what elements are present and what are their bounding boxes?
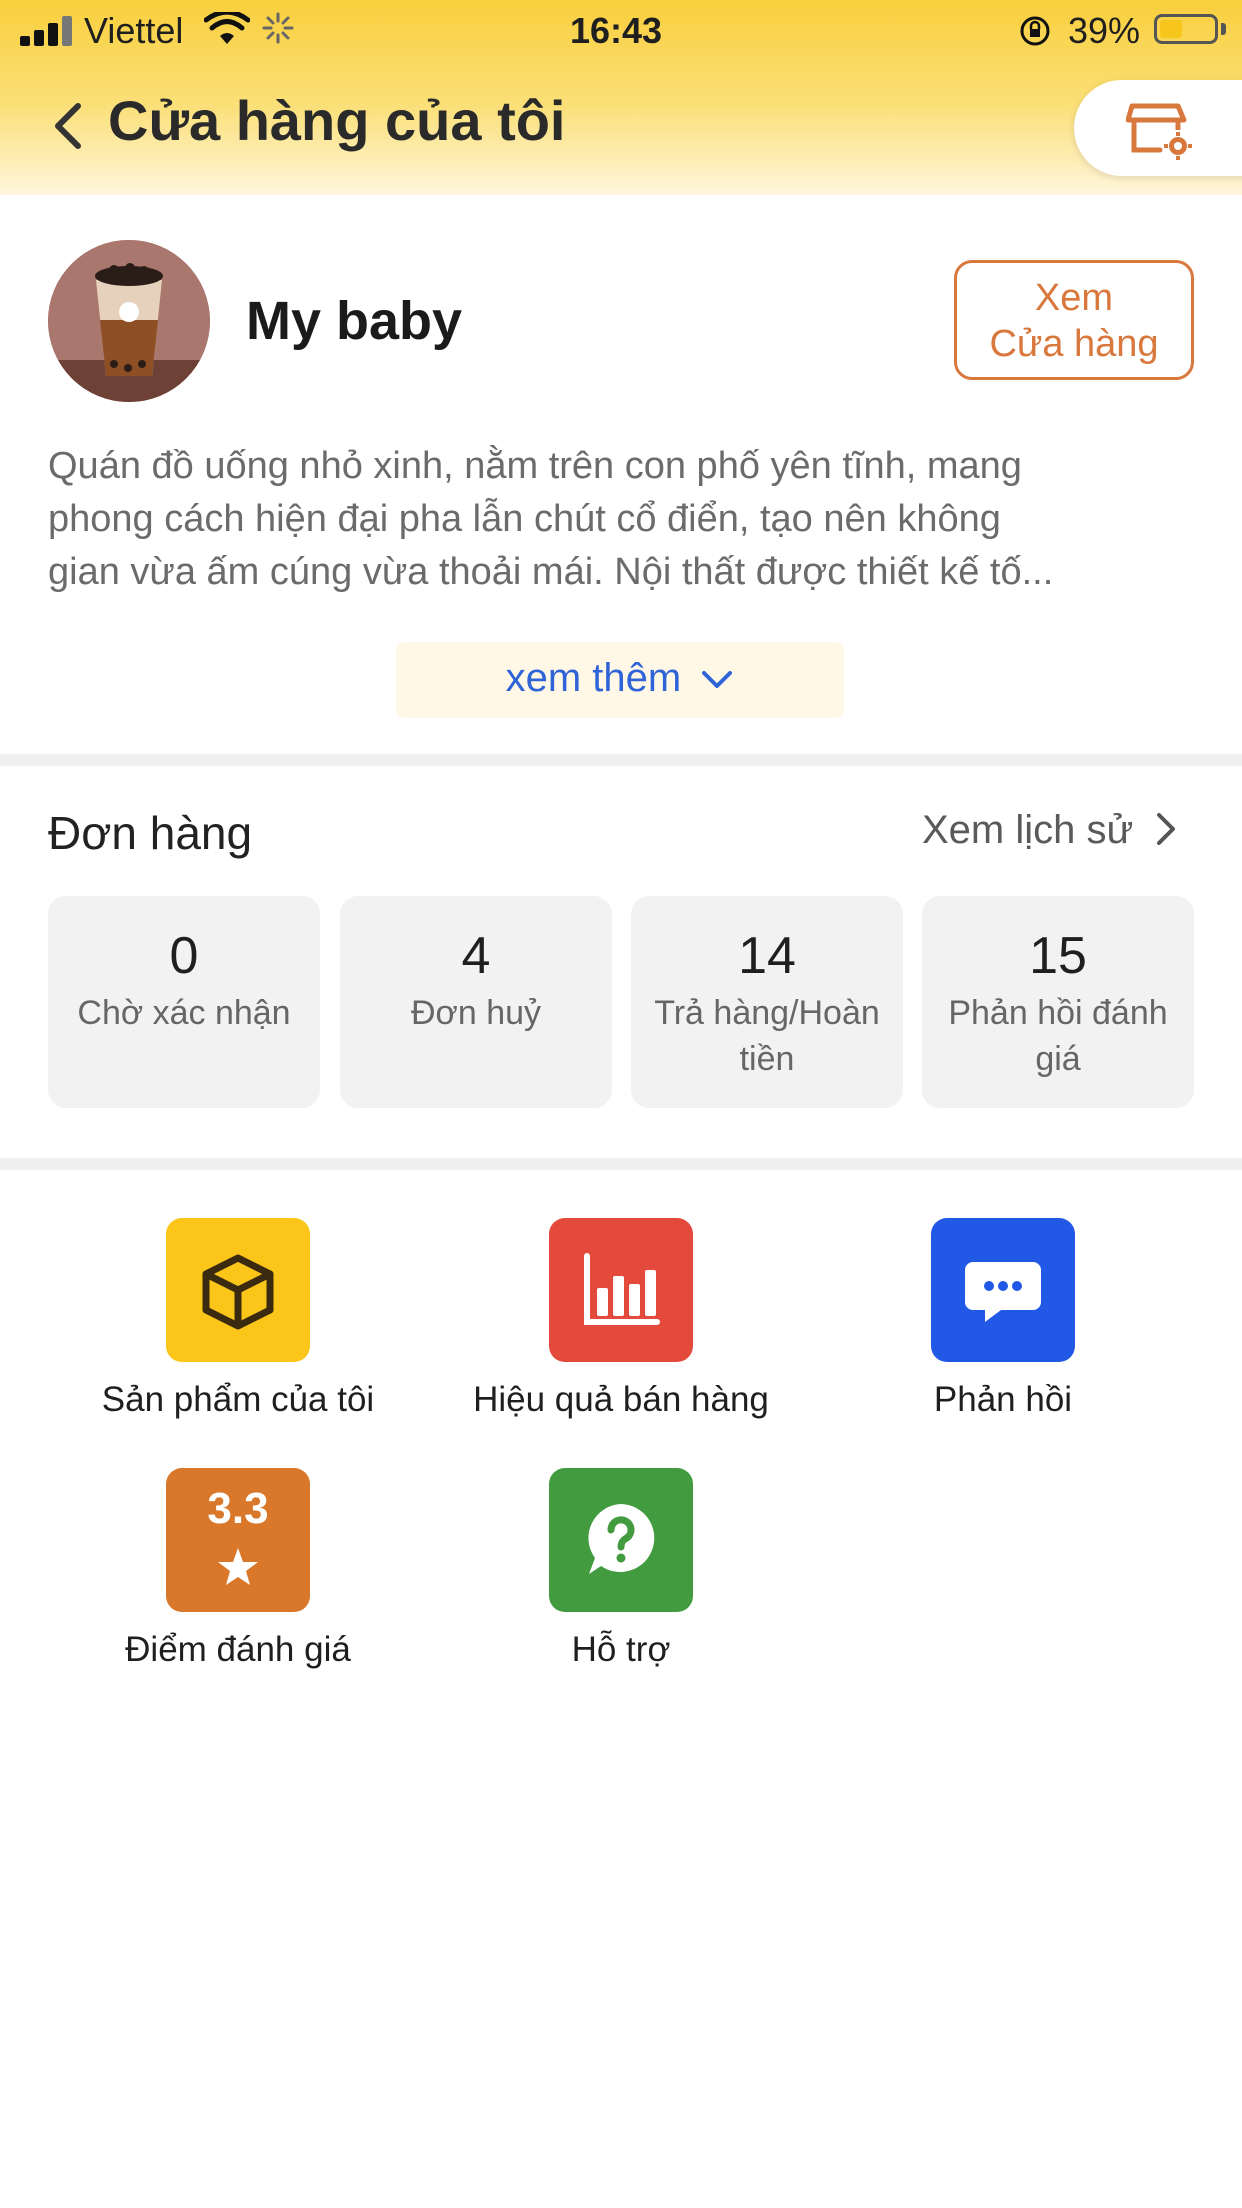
clock: 16:43: [570, 10, 663, 51]
feature-my-products[interactable]: Sản phẩm của tôi: [48, 1218, 428, 1420]
chat-bubble-icon: [965, 1262, 1041, 1322]
feature-feedback[interactable]: Phản hồi: [813, 1218, 1193, 1420]
page-title: Cửa hàng của tôi: [108, 89, 566, 152]
order-stat-review-replies[interactable]: 15 Phản hồi đánh giá: [922, 896, 1194, 1108]
description-line: gian vừa ấm cúng vừa thoải mái. Nội thất…: [48, 551, 1054, 593]
bar-chart-icon: [584, 1253, 660, 1325]
rating-tile: 3.3: [166, 1468, 310, 1612]
view-history-link[interactable]: Xem lịch sử: [922, 808, 1178, 853]
see-more-label: xem thêm: [505, 656, 682, 700]
help-icon: [588, 1504, 655, 1574]
sales-tile: [549, 1218, 693, 1362]
see-more-button[interactable]: xem thêm: [396, 642, 844, 718]
shop-avatar: [48, 240, 210, 402]
status-bar: Viettel 16:43 39%: [0, 0, 1242, 60]
wifi-icon: [204, 12, 250, 44]
order-stat-pending[interactable]: 0 Chờ xác nhận: [48, 896, 320, 1108]
feature-label: Hỗ trợ: [571, 1630, 671, 1669]
products-tile: [166, 1218, 310, 1362]
description-line: phong cách hiện đại pha lẫn chút cổ điển…: [48, 498, 1001, 540]
star-icon: [218, 1548, 258, 1585]
box-icon: [202, 1254, 274, 1330]
view-shop-button[interactable]: Xem Cửa hàng: [954, 260, 1194, 380]
shop-name: My baby: [246, 291, 463, 351]
stat-value: 14: [738, 927, 796, 985]
view-shop-label-line1: Xem: [1034, 277, 1114, 319]
stat-value: 0: [169, 927, 199, 985]
drink-cup-image: [48, 240, 210, 402]
signal-icon: [20, 16, 76, 46]
store-settings-icon: [1126, 103, 1192, 160]
battery-nub: [1221, 23, 1226, 35]
feature-sales-performance[interactable]: Hiệu quả bán hàng: [431, 1218, 811, 1420]
stat-value: 4: [461, 927, 491, 985]
back-arrow-icon[interactable]: [48, 98, 88, 154]
orders-section-title: Đơn hàng: [48, 807, 253, 859]
feature-label: Phản hồi: [933, 1380, 1073, 1419]
shop-settings-button[interactable]: [1074, 80, 1242, 176]
orientation-lock-icon: [1020, 16, 1050, 46]
section-divider: [0, 1158, 1242, 1170]
stat-label: Trả hàng/Hoàn tiền: [654, 994, 880, 1078]
view-history-label: Xem lịch sử: [922, 808, 1134, 852]
carrier-name: Viettel: [84, 10, 184, 51]
order-stat-cancelled[interactable]: 4 Đơn huỷ: [340, 896, 612, 1108]
feature-rating[interactable]: 3.3 Điểm đánh giá: [48, 1468, 428, 1670]
loading-spinner-icon: [262, 12, 294, 44]
stat-value: 15: [1029, 927, 1087, 985]
view-shop-label-line2: Cửa hàng: [989, 323, 1159, 365]
shop-description: Quán đồ uống nhỏ xinh, nằm trên con phố …: [48, 440, 1198, 599]
feature-label: Hiệu quả bán hàng: [473, 1380, 769, 1419]
stat-label: Chờ xác nhận: [77, 994, 291, 1032]
header: Viettel 16:43 39% Cửa hàng của tôi: [0, 0, 1242, 195]
battery-icon: [1154, 14, 1218, 44]
battery-percent: 39%: [1068, 10, 1141, 51]
stat-label: Đơn huỷ: [410, 994, 542, 1032]
chevron-down-icon: [702, 671, 733, 689]
feature-label: Điểm đánh giá: [125, 1630, 351, 1669]
order-stat-returns[interactable]: 14 Trả hàng/Hoàn tiền: [631, 896, 903, 1108]
feature-support[interactable]: Hỗ trợ: [431, 1468, 811, 1670]
support-tile: [549, 1468, 693, 1612]
feature-label: Sản phẩm của tôi: [101, 1380, 375, 1419]
chevron-right-icon: [1157, 813, 1176, 845]
stat-label: Phản hồi đánh giá: [948, 994, 1168, 1078]
description-line: Quán đồ uống nhỏ xinh, nằm trên con phố …: [48, 445, 1022, 487]
feedback-tile: [931, 1218, 1075, 1362]
section-divider: [0, 754, 1242, 766]
